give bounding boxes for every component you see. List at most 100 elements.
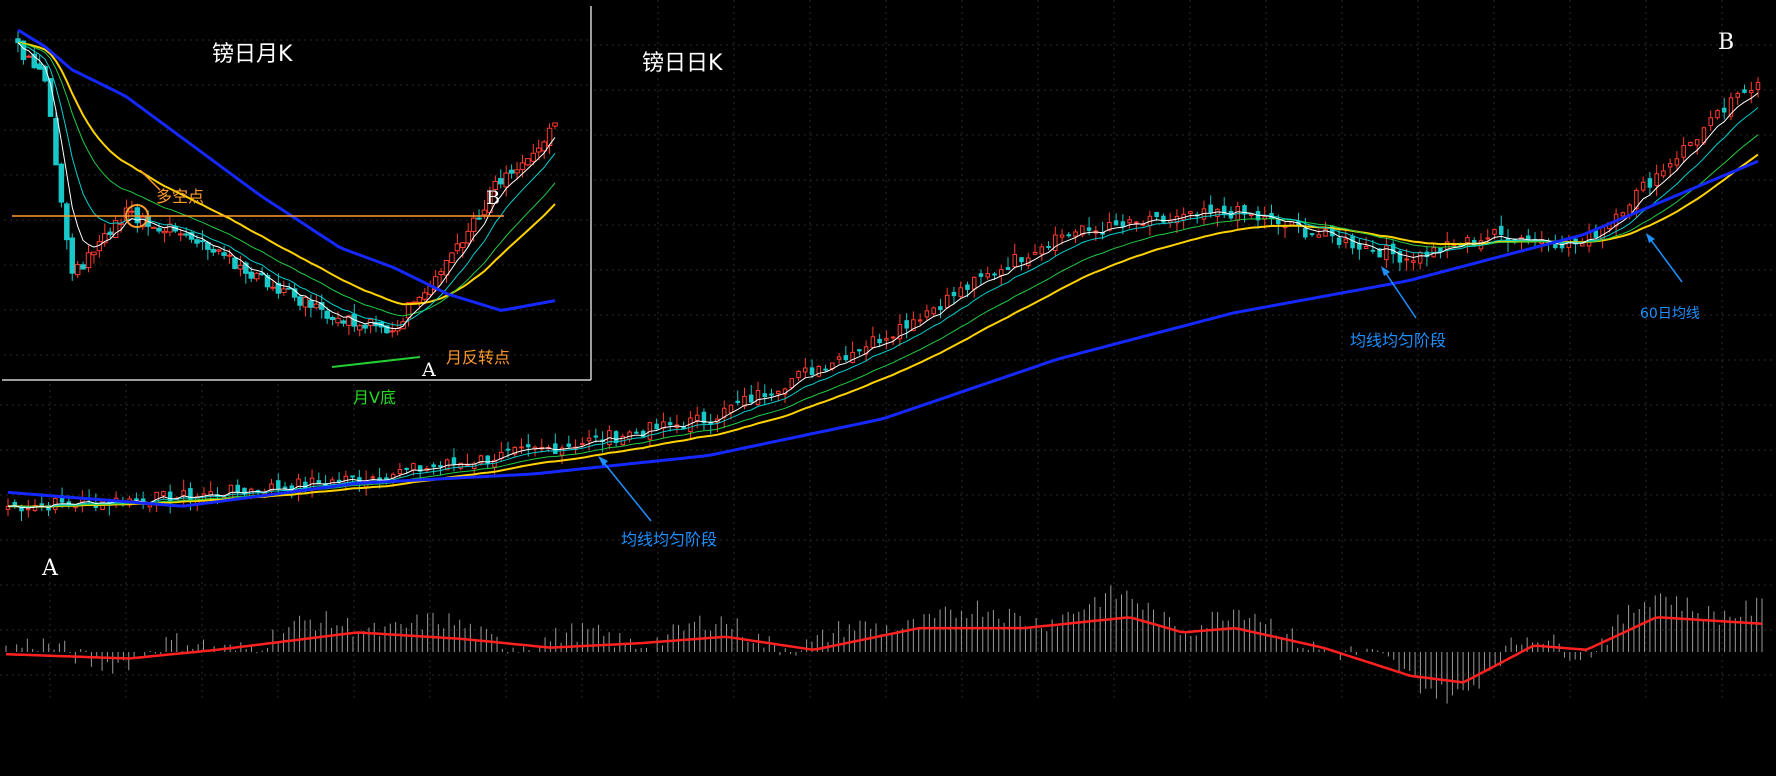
- daily-chart-title: 镑日日K: [642, 51, 723, 76]
- candle-body: [431, 464, 436, 468]
- candle-body: [1654, 173, 1659, 187]
- candle-body: [276, 480, 281, 490]
- candle-body: [297, 296, 303, 306]
- candle-body: [1005, 267, 1011, 271]
- candle-body: [1073, 231, 1078, 237]
- candle-body: [232, 257, 238, 269]
- candle-body: [985, 273, 990, 278]
- candle-body: [1390, 243, 1396, 255]
- candle-body: [64, 203, 70, 241]
- candle-body: [667, 422, 673, 426]
- candle-body: [965, 284, 970, 290]
- candle-body: [1438, 247, 1443, 253]
- candle-body: [1370, 249, 1376, 252]
- candle-body: [998, 269, 1004, 276]
- candle-body: [1363, 245, 1369, 249]
- candle-body: [129, 210, 135, 213]
- monthly-v-bottom-label: 月V底: [353, 388, 396, 407]
- candle-body: [836, 356, 842, 360]
- candle-body: [438, 465, 443, 468]
- candle-body: [12, 501, 18, 506]
- point-a-daily-label: A: [42, 556, 58, 581]
- candle-body: [226, 254, 233, 257]
- candle-body: [53, 118, 59, 166]
- candle-body: [850, 351, 855, 364]
- candle-body: [389, 330, 396, 333]
- candle-body: [476, 217, 482, 220]
- candle-body: [183, 233, 189, 236]
- ma-uniform-label-1: 均线均匀阶段: [621, 530, 718, 549]
- candle-body: [1161, 215, 1166, 223]
- candle-body: [177, 233, 184, 236]
- candle-body: [194, 239, 200, 244]
- candle-body: [248, 271, 254, 279]
- candle-body: [498, 178, 504, 185]
- candle-body: [809, 367, 815, 375]
- candle-body: [1012, 254, 1018, 268]
- candle-body: [904, 320, 909, 329]
- candle-body: [449, 252, 455, 263]
- candle-body: [1661, 170, 1666, 177]
- candle-body: [566, 443, 572, 447]
- candle-body: [857, 349, 862, 352]
- candle-body: [1715, 110, 1720, 119]
- candle-body: [356, 325, 363, 331]
- candle-body: [553, 443, 558, 454]
- candle-body: [1593, 230, 1599, 238]
- candle-body: [877, 338, 882, 344]
- point-b-daily-label: B: [1718, 30, 1735, 55]
- candle-body: [74, 264, 81, 276]
- candle-body: [1748, 90, 1754, 94]
- candle-body: [1674, 158, 1680, 166]
- candle-body: [1498, 225, 1504, 235]
- candle-body: [748, 394, 754, 403]
- candle-body: [508, 169, 515, 174]
- candle-body: [938, 306, 943, 311]
- candle-body: [1357, 243, 1362, 250]
- candle-body: [1411, 260, 1416, 263]
- candle-body: [1113, 220, 1119, 226]
- candle-body: [1417, 251, 1423, 264]
- candle-body: [1404, 258, 1409, 261]
- candle-body: [580, 442, 585, 445]
- candle-body: [1248, 213, 1254, 216]
- candle-body: [58, 163, 65, 203]
- candle-body: [803, 367, 808, 373]
- candle-body: [397, 468, 403, 475]
- candle-body: [951, 291, 957, 297]
- candle-body: [789, 378, 795, 389]
- candle-body: [465, 230, 471, 244]
- candle-body: [634, 431, 639, 434]
- candle-body: [1309, 233, 1315, 236]
- candle-body: [776, 390, 781, 395]
- candle-body: [281, 288, 287, 293]
- point-b-monthly-label: B: [486, 187, 500, 209]
- candle-body: [438, 271, 444, 275]
- candle-body: [519, 162, 526, 171]
- candle-body: [147, 504, 153, 508]
- candle-body: [613, 431, 619, 444]
- long-short-point-label: 多空点: [156, 187, 205, 206]
- candle-body: [505, 448, 511, 451]
- candle-body: [1721, 107, 1727, 113]
- candle-body: [221, 252, 227, 256]
- candle-body: [1647, 178, 1653, 188]
- candle-body: [324, 310, 330, 319]
- candle-body: [1336, 237, 1342, 245]
- candle-body: [1086, 227, 1092, 231]
- candle-body: [769, 393, 774, 396]
- candle-body: [350, 475, 355, 478]
- candle-body: [1735, 92, 1740, 98]
- candle-body: [316, 480, 322, 484]
- candle-body: [931, 307, 936, 315]
- candle-body: [1350, 235, 1355, 249]
- candle-body: [586, 437, 592, 442]
- point-a-monthly-label: A: [422, 359, 436, 381]
- candle-body: [1553, 244, 1558, 249]
- candle-body: [26, 508, 31, 511]
- candle-body: [1343, 238, 1349, 244]
- candle-body: [1039, 246, 1045, 255]
- candle-body: [1154, 211, 1159, 218]
- candle-body: [514, 169, 520, 174]
- candle-body: [161, 230, 168, 234]
